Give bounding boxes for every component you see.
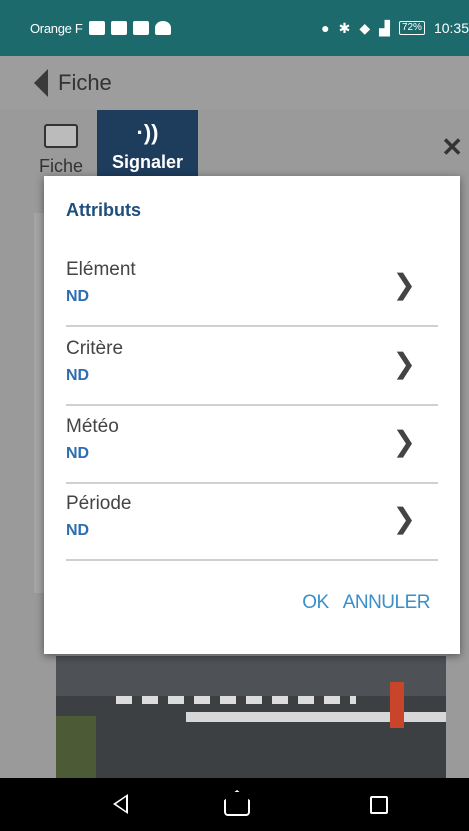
dialog-title: Attributs — [66, 200, 141, 220]
attribute-value: ND — [66, 445, 90, 462]
chevron-right-icon: ❯ — [392, 425, 416, 458]
nav-recents-icon[interactable] — [370, 796, 388, 814]
attribute-row-meteo[interactable]: Météo ND ❯ — [66, 405, 438, 484]
attribute-value: ND — [66, 288, 90, 305]
carrier-label: Orange F — [30, 20, 83, 36]
photo-barrier-post — [390, 682, 404, 728]
photo-crosswalk — [116, 696, 356, 704]
notification-icon — [88, 21, 105, 35]
attribute-row-periode[interactable]: Période ND ❯ — [66, 482, 438, 561]
chevron-right-icon: ❯ — [392, 347, 416, 380]
tab-fiche[interactable]: Fiche — [26, 124, 96, 178]
photo-grass — [56, 716, 96, 778]
nav-home-icon[interactable] — [224, 790, 250, 816]
system-nav-bar — [0, 778, 469, 831]
photo-barrier — [186, 712, 446, 722]
tab-bar: Fiche ·)) Signaler — [0, 110, 469, 178]
bluetooth-icon: ✱ — [338, 19, 351, 36]
nav-back-icon[interactable] — [113, 794, 128, 814]
clock: 10:35 — [433, 20, 469, 36]
signal-icon: ▟ — [379, 19, 390, 36]
attribute-label: Elément — [66, 259, 136, 280]
nfc-signal-icon: ·)) — [136, 120, 159, 145]
attribute-value: ND — [66, 367, 90, 384]
ok-button[interactable]: OK — [302, 592, 329, 614]
android-icon — [154, 21, 171, 35]
tab-signaler-label: Signaler — [111, 152, 184, 172]
attribute-value: ND — [66, 522, 90, 539]
attribute-label: Période — [66, 493, 132, 514]
tab-signaler[interactable]: ·)) Signaler — [97, 110, 198, 178]
id-card-icon — [44, 124, 78, 148]
attribute-row-critere[interactable]: Critère ND ❯ — [66, 327, 438, 406]
back-arrow-icon[interactable] — [34, 69, 48, 97]
battery-indicator: 72% — [398, 21, 425, 35]
app-bar: Fiche — [0, 56, 469, 110]
status-bar: Orange F ● ✱ ◆ ▟ 72% 10:35 — [0, 0, 469, 56]
gallery-icon — [132, 21, 149, 35]
dialog-actions: OK ANNULER — [302, 592, 430, 614]
close-icon[interactable]: ✕ — [441, 132, 463, 163]
facebook-icon — [110, 21, 127, 35]
location-icon: ● — [321, 20, 330, 36]
attribute-label: Météo — [66, 416, 119, 437]
tab-fiche-label: Fiche — [38, 156, 83, 176]
report-photo — [56, 656, 446, 778]
attribute-label: Critère — [66, 338, 124, 359]
attributes-dialog: Attributs Elément ND ❯ Critère ND ❯ Mété… — [44, 176, 460, 654]
cancel-button[interactable]: ANNULER — [343, 592, 431, 614]
app-title: Fiche — [58, 70, 112, 95]
photo-road — [56, 696, 446, 778]
chevron-right-icon: ❯ — [392, 268, 416, 301]
attribute-row-element[interactable]: Elément ND ❯ — [66, 248, 438, 327]
chevron-right-icon: ❯ — [392, 502, 416, 535]
wifi-icon: ◆ — [359, 19, 371, 36]
